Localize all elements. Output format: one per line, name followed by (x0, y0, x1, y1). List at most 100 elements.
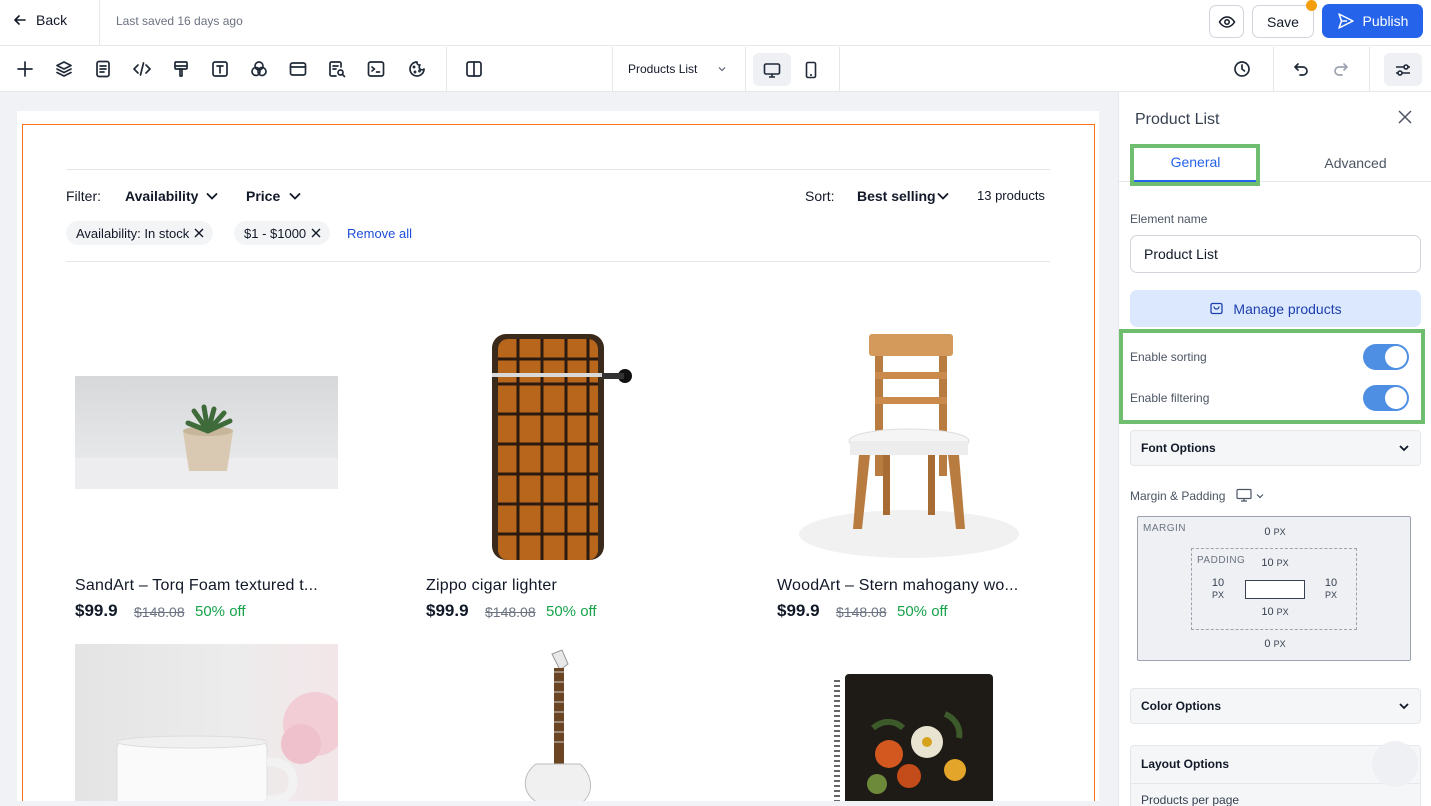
product-image[interactable] (777, 329, 1040, 560)
product-discount: 50% off (897, 603, 948, 620)
product-image[interactable] (426, 329, 689, 560)
sort-label: Sort: (805, 188, 835, 204)
divider (745, 47, 746, 92)
color-options-label: Color Options (1141, 699, 1221, 713)
filter-chip[interactable]: Availability: In stock (66, 221, 214, 245)
product-image[interactable] (75, 644, 338, 801)
text-icon[interactable] (208, 57, 232, 81)
close-icon[interactable] (1398, 110, 1412, 129)
desktop-icon (763, 62, 781, 78)
product-image[interactable] (777, 644, 1040, 801)
desktop-view-button[interactable] (753, 53, 791, 86)
code-icon[interactable] (130, 57, 154, 81)
padding-right-value[interactable]: 10 PX (1314, 577, 1348, 601)
padding-left-value[interactable]: 10 PX (1200, 577, 1236, 601)
close-icon[interactable] (193, 227, 205, 239)
enable-sorting-label: Enable sorting (1130, 350, 1207, 364)
lighter-icon (492, 334, 632, 560)
layers-icon[interactable] (52, 57, 76, 81)
enable-filtering-toggle[interactable] (1363, 385, 1409, 411)
chevron-down-icon[interactable] (205, 189, 219, 203)
element-name-label: Element name (1130, 212, 1208, 226)
margin-label: MARGIN (1143, 523, 1186, 534)
undo-icon[interactable] (1289, 57, 1313, 81)
publish-button[interactable]: Publish (1322, 4, 1423, 38)
add-icon[interactable] (13, 57, 37, 81)
font-options-label: Font Options (1141, 441, 1216, 455)
filter-chip[interactable]: $1 - $1000 (234, 221, 331, 245)
publish-label: Publish (1362, 13, 1409, 29)
product-title[interactable]: Zippo cigar lighter (426, 577, 557, 595)
enable-sorting-toggle[interactable] (1363, 344, 1409, 370)
enable-filtering-label: Enable filtering (1130, 391, 1210, 405)
filter-label: Filter: (66, 188, 101, 204)
product-image[interactable] (75, 376, 338, 489)
tab-advanced[interactable]: Advanced (1293, 144, 1418, 182)
divider (1369, 47, 1370, 92)
chevron-down-icon[interactable] (716, 62, 728, 80)
padding-bottom-value[interactable]: 10 PX (1258, 606, 1292, 618)
redo-icon[interactable] (1329, 57, 1353, 81)
divider (1131, 783, 1420, 784)
shapes-icon[interactable] (247, 57, 271, 81)
product-title[interactable]: WoodArt – Stern mahogany wo... (777, 577, 1018, 595)
sort-dropdown[interactable]: Best selling (857, 188, 936, 204)
settings-sliders-button[interactable] (1384, 53, 1422, 86)
back-button[interactable]: Back (12, 12, 67, 28)
margin-bottom-value[interactable]: 0 PX (1260, 638, 1290, 650)
section-icon[interactable] (286, 57, 310, 81)
product-title[interactable]: SandArt – Torq Foam textured t... (75, 577, 318, 595)
layout-options-label[interactable]: Layout Options (1141, 757, 1229, 771)
box-model-editor: MARGIN 0 PX PADDING 10 PX 10 PX 10 PX 10 P… (1137, 516, 1411, 661)
chevron-down-icon[interactable] (936, 189, 950, 203)
editor-canvas: Filter: Availability Price Sort: Best se… (0, 92, 1118, 806)
chevron-down-icon[interactable] (288, 189, 302, 203)
search-page-icon[interactable] (325, 57, 349, 81)
product-image[interactable] (426, 644, 689, 801)
manage-products-label: Manage products (1233, 300, 1342, 317)
cookie-icon[interactable] (405, 57, 429, 81)
notebook-icon (834, 674, 993, 801)
desktop-icon[interactable] (1236, 488, 1252, 502)
editor-toolbar: Products List (0, 47, 1431, 92)
page-selector[interactable]: Products List (628, 62, 697, 76)
eye-icon (1218, 15, 1235, 28)
product-price: $99.9 (75, 601, 118, 620)
terminal-icon[interactable] (364, 57, 388, 81)
element-name-input[interactable]: Product List (1130, 235, 1421, 273)
filter-availability-dropdown[interactable]: Availability (125, 188, 198, 204)
help-bubble[interactable] (1372, 741, 1418, 787)
manage-products-button[interactable]: Manage products (1130, 290, 1421, 327)
chevron-down-icon (1399, 445, 1409, 452)
mobile-view-button[interactable] (792, 53, 830, 86)
save-button[interactable]: Save (1252, 5, 1314, 38)
product-discount: 50% off (546, 603, 597, 620)
margin-top-value[interactable]: 0 PX (1260, 526, 1290, 538)
divider (66, 261, 1050, 262)
product-old-price: $148.08 (836, 604, 887, 620)
chip-label: Availability: In stock (76, 225, 190, 241)
product-count: 13 products (977, 188, 1045, 203)
font-options-accordion[interactable]: Font Options (1130, 430, 1421, 466)
page-preview: Filter: Availability Price Sort: Best se… (17, 111, 1099, 801)
product-price: $99.9 (426, 601, 469, 620)
brush-icon[interactable] (169, 57, 193, 81)
plant-pot-icon (75, 404, 338, 489)
product-price: $99.9 (777, 601, 820, 620)
padding-top-value[interactable]: 10 PX (1258, 557, 1292, 569)
filter-price-dropdown[interactable]: Price (246, 188, 280, 204)
columns-icon[interactable] (462, 57, 486, 81)
color-options-accordion[interactable]: Color Options (1130, 688, 1421, 724)
close-icon[interactable] (310, 227, 322, 239)
chevron-down-icon[interactable] (1255, 491, 1265, 501)
page-icon[interactable] (91, 57, 115, 81)
margin-padding-label: Margin & Padding (1130, 489, 1226, 503)
products-per-page-label: Products per page (1141, 793, 1240, 806)
preview-button[interactable] (1209, 5, 1244, 38)
remove-all-link[interactable]: Remove all (347, 226, 412, 241)
properties-panel: Product List General Advanced Element na… (1118, 92, 1431, 806)
history-icon[interactable] (1230, 57, 1254, 81)
divider (66, 169, 1050, 170)
layout-options-section: Layout Options Products per page (1130, 741, 1421, 806)
arrow-left-icon (14, 15, 26, 25)
